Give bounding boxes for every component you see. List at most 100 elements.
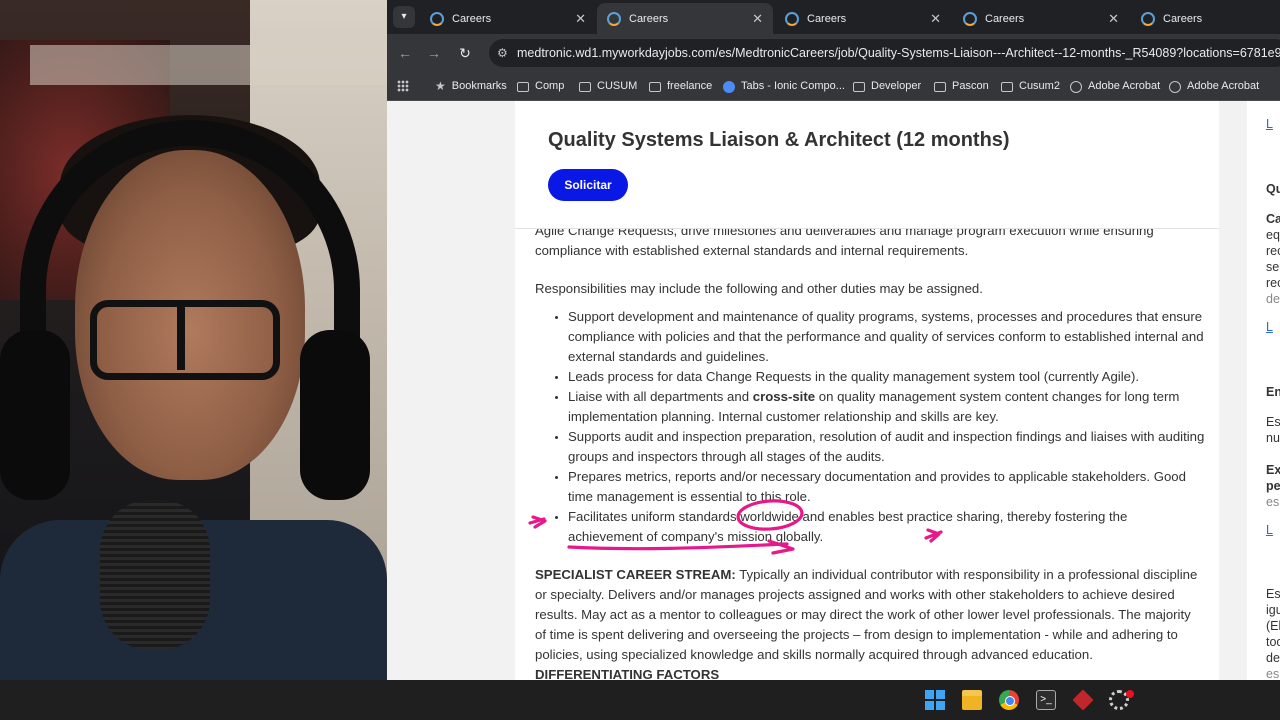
job-posting-card: Agile Change Requests, drive milestones … [515, 101, 1219, 680]
similar-job-link[interactable]: L [1266, 320, 1273, 334]
chrome-icon[interactable] [999, 690, 1019, 710]
bookmark-freelance[interactable]: freelance [649, 72, 712, 101]
tab-label: Careers [807, 12, 847, 25]
similar-job-text: Es [1266, 587, 1280, 601]
responsibilities-list: Support development and maintenance of q… [535, 307, 1205, 547]
workday-favicon-icon [1141, 11, 1155, 26]
apps-grid-icon[interactable] [397, 80, 409, 92]
bookmark-adobe-acrobat-2[interactable]: Adobe Acrobat [1169, 72, 1259, 101]
similar-job-text: de [1266, 292, 1280, 306]
sticky-job-header: Quality Systems Liaison & Architect (12 … [515, 101, 1219, 228]
tab-label: Careers [629, 12, 669, 25]
windows-taskbar: >_ [0, 680, 1280, 720]
specialist-label: SPECIALIST CAREER STREAM: [535, 567, 736, 582]
bookmark-comp[interactable]: Comp [517, 72, 564, 101]
similar-job-text: de [1266, 651, 1280, 665]
list-item: Support development and maintenance of q… [568, 307, 1205, 367]
site-info-icon[interactable]: ⚙ [497, 39, 508, 67]
webcam-headphone-left [0, 330, 70, 500]
bookmark-label: freelance [667, 80, 713, 92]
list-item: Leads process for data Change Requests i… [568, 367, 1205, 387]
back-arrow-icon[interactable]: ← [394, 42, 416, 64]
list-item: Supports audit and inspection preparatio… [568, 427, 1205, 467]
similar-job-text: es [1266, 667, 1280, 680]
list-item: Facilitates uniform standards worldwide … [568, 507, 1205, 547]
similar-job-link[interactable]: L [1266, 523, 1273, 537]
job-title: Quality Systems Liaison & Architect (12 … [548, 129, 1010, 151]
folder-icon [853, 81, 865, 92]
workday-favicon-icon [607, 11, 621, 26]
windows-start-icon[interactable] [925, 690, 945, 710]
ruby-icon[interactable] [1072, 689, 1094, 711]
apply-button[interactable]: Solicitar [548, 169, 628, 201]
similar-job-text: Es [1266, 415, 1280, 429]
similar-job-text: es [1266, 495, 1280, 509]
bullet-prefix: Liaise with all departments and [568, 389, 750, 404]
reload-icon[interactable]: ↻ [454, 42, 476, 64]
webcam-overlay [0, 0, 387, 680]
bookmark-bookmarks[interactable]: ★ Bookmarks [435, 72, 507, 101]
globe-icon [1169, 80, 1181, 93]
tab-careers-5[interactable]: Careers [1131, 3, 1280, 34]
bullet-bold: cross-site [752, 389, 816, 404]
specialist-paragraph: SPECIALIST CAREER STREAM: Typically an i… [535, 565, 1205, 665]
tab-strip: ▾ Careers ✕ Careers ✕ Careers ✕ Careers … [387, 0, 1280, 34]
differentiating-heading: DIFFERENTIATING FACTORS [535, 665, 1205, 680]
bookmark-label: Tabs - Ionic Compo... [741, 80, 845, 92]
forward-arrow-icon[interactable]: → [423, 42, 445, 64]
folder-icon [649, 81, 661, 92]
tab-careers-2-active[interactable]: Careers ✕ [597, 3, 773, 34]
bookmark-developer[interactable]: Developer [853, 72, 921, 101]
tab-close-icon[interactable]: ✕ [575, 11, 586, 27]
bookmark-cusum[interactable]: CUSUM [579, 72, 637, 101]
tab-search-chevron-icon[interactable]: ▾ [393, 6, 415, 28]
bookmark-adobe-acrobat-1[interactable]: Adobe Acrobat [1070, 72, 1160, 101]
similar-job-link[interactable]: L [1266, 117, 1273, 131]
tab-label: Careers [1163, 12, 1203, 25]
similar-jobs-column: L Qu Ca eq rec se rec de L En Es nu Ex p… [1247, 101, 1280, 680]
tab-careers-4[interactable]: Careers ✕ [953, 3, 1129, 34]
similar-job-text: eq [1266, 228, 1280, 242]
workday-favicon-icon [963, 11, 977, 26]
webcam-microphone [100, 500, 210, 650]
tab-label: Careers [985, 12, 1025, 25]
notification-dot-icon [1126, 690, 1134, 698]
folder-icon [934, 81, 946, 92]
page-viewport[interactable]: Agile Change Requests, drive milestones … [387, 101, 1280, 680]
bookmarks-bar: ★ Bookmarks Comp CUSUM freelance Tabs - I… [387, 72, 1280, 101]
bookmark-label: Developer [871, 80, 922, 92]
star-icon: ★ [435, 79, 446, 93]
similar-job-text: too [1266, 635, 1280, 649]
similar-section-heading: En [1266, 385, 1280, 399]
address-bar[interactable]: ⚙ medtronic.wd1.myworkdayjobs.com/es/Med… [489, 39, 1280, 67]
list-item: Prepares metrics, reports and/or necessa… [568, 467, 1205, 507]
tab-close-icon[interactable]: ✕ [752, 11, 763, 27]
ionic-icon [723, 80, 735, 93]
workday-favicon-icon [430, 11, 444, 26]
settings-gear-icon[interactable] [1109, 690, 1134, 710]
bookmark-label: Cusum2 [1019, 80, 1060, 92]
tab-label: Careers [452, 12, 492, 25]
bookmark-cusum2[interactable]: Cusum2 [1001, 72, 1060, 101]
address-url: medtronic.wd1.myworkdayjobs.com/es/Medtr… [517, 46, 1280, 60]
similar-job-text: se [1266, 260, 1280, 274]
globe-icon [1070, 80, 1082, 93]
folder-icon [579, 81, 591, 92]
bookmark-label: Comp [535, 80, 565, 92]
terminal-icon[interactable]: >_ [1036, 690, 1056, 710]
bookmark-tabs-ionic[interactable]: Tabs - Ionic Compo... [723, 72, 845, 101]
webcam-headphone-right [300, 330, 370, 500]
tab-careers-3[interactable]: Careers ✕ [775, 3, 951, 34]
similar-job-title[interactable]: Ca [1266, 212, 1280, 226]
similar-job-text: igu [1266, 603, 1280, 617]
tab-close-icon[interactable]: ✕ [930, 11, 941, 27]
tab-careers-1[interactable]: Careers ✕ [420, 3, 596, 34]
file-explorer-icon[interactable] [962, 690, 982, 710]
workday-favicon-icon [785, 11, 799, 26]
bookmark-pascon[interactable]: Pascon [934, 72, 989, 101]
bookmark-label: Adobe Acrobat [1187, 80, 1260, 92]
tab-close-icon[interactable]: ✕ [1108, 11, 1119, 27]
similar-job-text: (El [1266, 619, 1280, 633]
similar-job-text: rec [1266, 276, 1280, 290]
job-description: Agile Change Requests, drive milestones … [535, 221, 1205, 680]
